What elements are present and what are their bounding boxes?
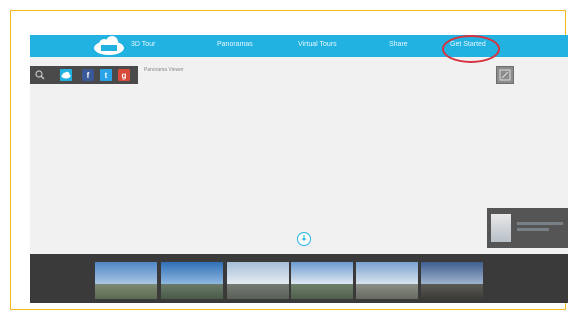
panorama-thumbnail[interactable] <box>421 262 483 299</box>
nav-item-share[interactable]: Share <box>389 41 408 48</box>
preview-details <box>517 222 563 236</box>
top-navbar: 3D Tour Panoramas Virtual Tours Share Ge… <box>30 35 568 63</box>
cloud-upload-icon[interactable] <box>60 69 72 81</box>
cloud-logo-icon[interactable] <box>92 36 126 56</box>
nav-item-get-started[interactable]: Get Started <box>450 41 486 48</box>
panorama-viewer[interactable]: 3D Tour Panoramas Virtual Tours Share Ge… <box>30 35 568 303</box>
nav-item-panoramas[interactable]: Panoramas <box>217 41 253 48</box>
highlight-annotation <box>442 35 500 63</box>
google-plus-icon[interactable]: g <box>118 69 130 81</box>
panorama-thumbnail[interactable] <box>291 262 353 299</box>
facebook-icon[interactable]: f <box>82 69 94 81</box>
expand-icon <box>499 69 511 81</box>
compass-button[interactable] <box>297 232 311 246</box>
thumbnail-filmstrip <box>30 254 568 303</box>
search-icon[interactable] <box>34 69 46 81</box>
share-toolbar: f t g <box>30 66 138 84</box>
preview-thumbnail <box>491 214 511 242</box>
app-name[interactable]: 3D Tour <box>131 41 155 48</box>
compass-icon <box>302 235 306 241</box>
twitter-icon[interactable]: t <box>100 69 112 81</box>
panorama-thumbnail[interactable] <box>356 262 418 299</box>
nav-item-virtual-tours[interactable]: Virtual Tours <box>298 41 337 48</box>
panorama-thumbnail[interactable] <box>95 262 157 299</box>
preview-panel[interactable] <box>487 208 568 248</box>
panorama-thumbnail[interactable] <box>227 262 289 299</box>
viewer-caption: Panorama Viewer <box>144 67 184 73</box>
fullscreen-button[interactable] <box>496 66 514 84</box>
panorama-thumbnail[interactable] <box>161 262 223 299</box>
